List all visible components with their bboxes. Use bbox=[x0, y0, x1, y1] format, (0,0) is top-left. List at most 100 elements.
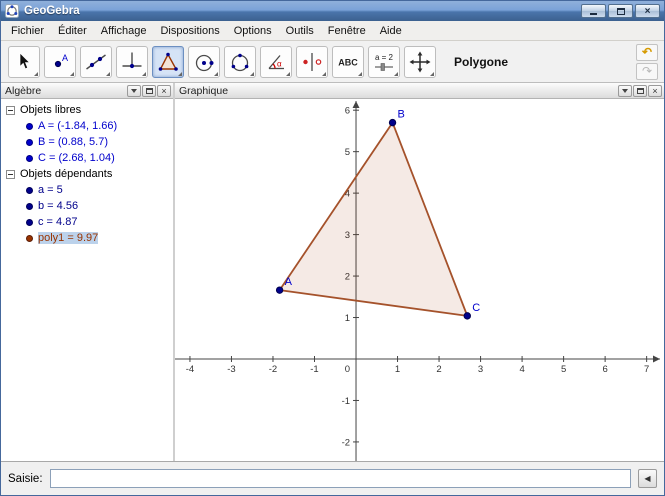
menu-outils[interactable]: Outils bbox=[279, 23, 321, 39]
detach-window-icon bbox=[145, 87, 153, 94]
object-text: C = (2.68, 1.04) bbox=[38, 152, 115, 164]
command-input[interactable] bbox=[49, 469, 631, 488]
tool-button-point[interactable]: A bbox=[44, 45, 76, 78]
svg-text:7: 7 bbox=[644, 364, 649, 375]
svg-text:ABC: ABC bbox=[338, 57, 358, 67]
tool-button-move-view[interactable] bbox=[404, 45, 436, 78]
menu-dispositions[interactable]: Dispositions bbox=[153, 23, 226, 39]
object-text: A = (-1.84, 1.66) bbox=[38, 120, 118, 132]
graphics-panel: Graphique × -4 -3 -2 -1 1 2 3 4 5 6 7 -2 -1 1 2 3 4 5 6 0 A B… bbox=[175, 83, 664, 461]
close-icon: × bbox=[644, 5, 651, 17]
tree-item-segment-a[interactable]: a = 5 bbox=[1, 182, 173, 198]
object-bullet-icon bbox=[26, 202, 33, 210]
algebra-panel-close-button[interactable]: × bbox=[157, 84, 171, 97]
graphics-panel-header: Graphique × bbox=[175, 83, 664, 99]
object-bullet-icon bbox=[26, 154, 33, 162]
graphics-panel-detach-button[interactable] bbox=[633, 84, 647, 97]
tool-button-reflect[interactable] bbox=[296, 45, 328, 78]
algebra-panel-detach-button[interactable] bbox=[142, 84, 156, 97]
minimize-button[interactable] bbox=[581, 4, 606, 18]
object-bullet-icon bbox=[26, 138, 33, 146]
svg-text:-1: -1 bbox=[310, 364, 318, 375]
object-bullet-icon bbox=[26, 122, 33, 130]
tree-item-segment-c[interactable]: c = 4.87 bbox=[1, 214, 173, 230]
tree-item-poly1[interactable]: poly1 = 9.97 bbox=[1, 230, 173, 246]
svg-text:1: 1 bbox=[395, 364, 400, 375]
svg-text:3: 3 bbox=[478, 364, 483, 375]
tree-group-free-objects: Objets libres bbox=[1, 102, 173, 118]
algebra-panel: Algèbre × Objets libres A = (-1.84, 1.66… bbox=[1, 83, 175, 461]
tree-group-dependent-objects: Objets dépendants bbox=[1, 166, 173, 182]
tool-button-line[interactable] bbox=[80, 45, 112, 78]
svg-text:-3: -3 bbox=[227, 364, 235, 375]
tool-button-perpendicular[interactable] bbox=[116, 45, 148, 78]
svg-text:6: 6 bbox=[602, 364, 607, 375]
svg-text:A: A bbox=[285, 276, 293, 288]
algebra-panel-title: Algèbre bbox=[5, 84, 42, 97]
algebra-panel-menu-button[interactable] bbox=[127, 84, 141, 97]
undo-button[interactable]: ↶ bbox=[636, 44, 658, 61]
svg-text:6: 6 bbox=[345, 106, 350, 117]
input-help-icon: ◀ bbox=[644, 474, 651, 483]
geogebra-window: GeoGebra × Fichier Éditer Affichage Disp… bbox=[0, 0, 665, 496]
close-icon: × bbox=[652, 85, 658, 96]
svg-text:B: B bbox=[398, 109, 405, 121]
algebra-panel-header: Algèbre × bbox=[1, 83, 173, 99]
point-tool-icon: A bbox=[54, 53, 68, 67]
graphics-panel-close-button[interactable]: × bbox=[648, 84, 662, 97]
tool-button-circle[interactable] bbox=[188, 45, 220, 78]
collapse-toggle-icon[interactable] bbox=[6, 169, 15, 179]
menu-affichage[interactable]: Affichage bbox=[94, 23, 154, 39]
tool-button-slider[interactable]: a = 2 bbox=[368, 45, 400, 78]
polygon-tool-icon bbox=[158, 52, 178, 71]
maximize-button[interactable] bbox=[608, 4, 633, 18]
tool-button-polygon[interactable] bbox=[152, 45, 184, 78]
tool-button-move[interactable] bbox=[8, 45, 40, 78]
redo-icon: ↷ bbox=[641, 64, 653, 78]
main-area: Algèbre × Objets libres A = (-1.84, 1.66… bbox=[1, 83, 664, 461]
object-text: b = 4.56 bbox=[38, 200, 79, 212]
collapse-toggle-icon[interactable] bbox=[6, 105, 15, 115]
close-button[interactable]: × bbox=[635, 4, 660, 18]
tree-item-point-a[interactable]: A = (-1.84, 1.66) bbox=[1, 118, 173, 134]
input-help-button[interactable]: ◀ bbox=[638, 469, 657, 488]
tree-item-point-b[interactable]: B = (0.88, 5.7) bbox=[1, 134, 173, 150]
menu-editer[interactable]: Éditer bbox=[51, 23, 94, 39]
detach-window-icon bbox=[636, 87, 644, 94]
object-bullet-icon bbox=[26, 218, 33, 226]
move-cursor-icon bbox=[19, 51, 31, 69]
redo-button[interactable]: ↷ bbox=[636, 63, 658, 80]
slider-tool-icon: a = 2 bbox=[375, 53, 394, 71]
object-text: B = (0.88, 5.7) bbox=[38, 136, 109, 148]
tree-item-point-c[interactable]: C = (2.68, 1.04) bbox=[1, 150, 173, 166]
tool-bar: A α ABC a = 2 Polygone ↶ ↷ bbox=[1, 41, 664, 83]
chevron-down-icon bbox=[622, 88, 628, 93]
graphics-panel-menu-button[interactable] bbox=[618, 84, 632, 97]
svg-text:5: 5 bbox=[561, 364, 566, 375]
tool-button-text[interactable]: ABC bbox=[332, 45, 364, 78]
input-label: Saisie: bbox=[8, 472, 43, 485]
tree-item-segment-b[interactable]: b = 4.56 bbox=[1, 198, 173, 214]
angle-tool-icon: α bbox=[268, 54, 284, 69]
tool-button-conic[interactable] bbox=[224, 45, 256, 78]
graph-canvas[interactable]: -4 -3 -2 -1 1 2 3 4 5 6 7-2-11234560ABC bbox=[175, 99, 662, 461]
move-view-icon bbox=[409, 51, 431, 72]
svg-text:2: 2 bbox=[436, 364, 441, 375]
menu-fenetre[interactable]: Fenêtre bbox=[321, 23, 373, 39]
svg-text:C: C bbox=[472, 302, 480, 314]
svg-text:-1: -1 bbox=[342, 396, 350, 407]
perpendicular-line-icon bbox=[122, 52, 142, 68]
undo-icon: ↶ bbox=[641, 45, 653, 59]
minimize-icon bbox=[590, 13, 597, 15]
svg-text:-4: -4 bbox=[186, 364, 194, 375]
svg-text:α: α bbox=[277, 59, 282, 68]
algebra-tree: Objets libres A = (-1.84, 1.66) B = (0.8… bbox=[1, 99, 173, 461]
graphics-view[interactable]: -4 -3 -2 -1 1 2 3 4 5 6 7 -2 -1 1 2 3 4 5 6 0 A B C bbox=[175, 99, 664, 461]
line-two-points-icon bbox=[86, 53, 106, 70]
svg-text:a = 2: a = 2 bbox=[375, 53, 394, 62]
tool-button-angle[interactable]: α bbox=[260, 45, 292, 78]
menu-aide[interactable]: Aide bbox=[373, 23, 409, 39]
chevron-down-icon bbox=[131, 88, 137, 93]
menu-options[interactable]: Options bbox=[227, 23, 279, 39]
menu-fichier[interactable]: Fichier bbox=[4, 23, 51, 39]
